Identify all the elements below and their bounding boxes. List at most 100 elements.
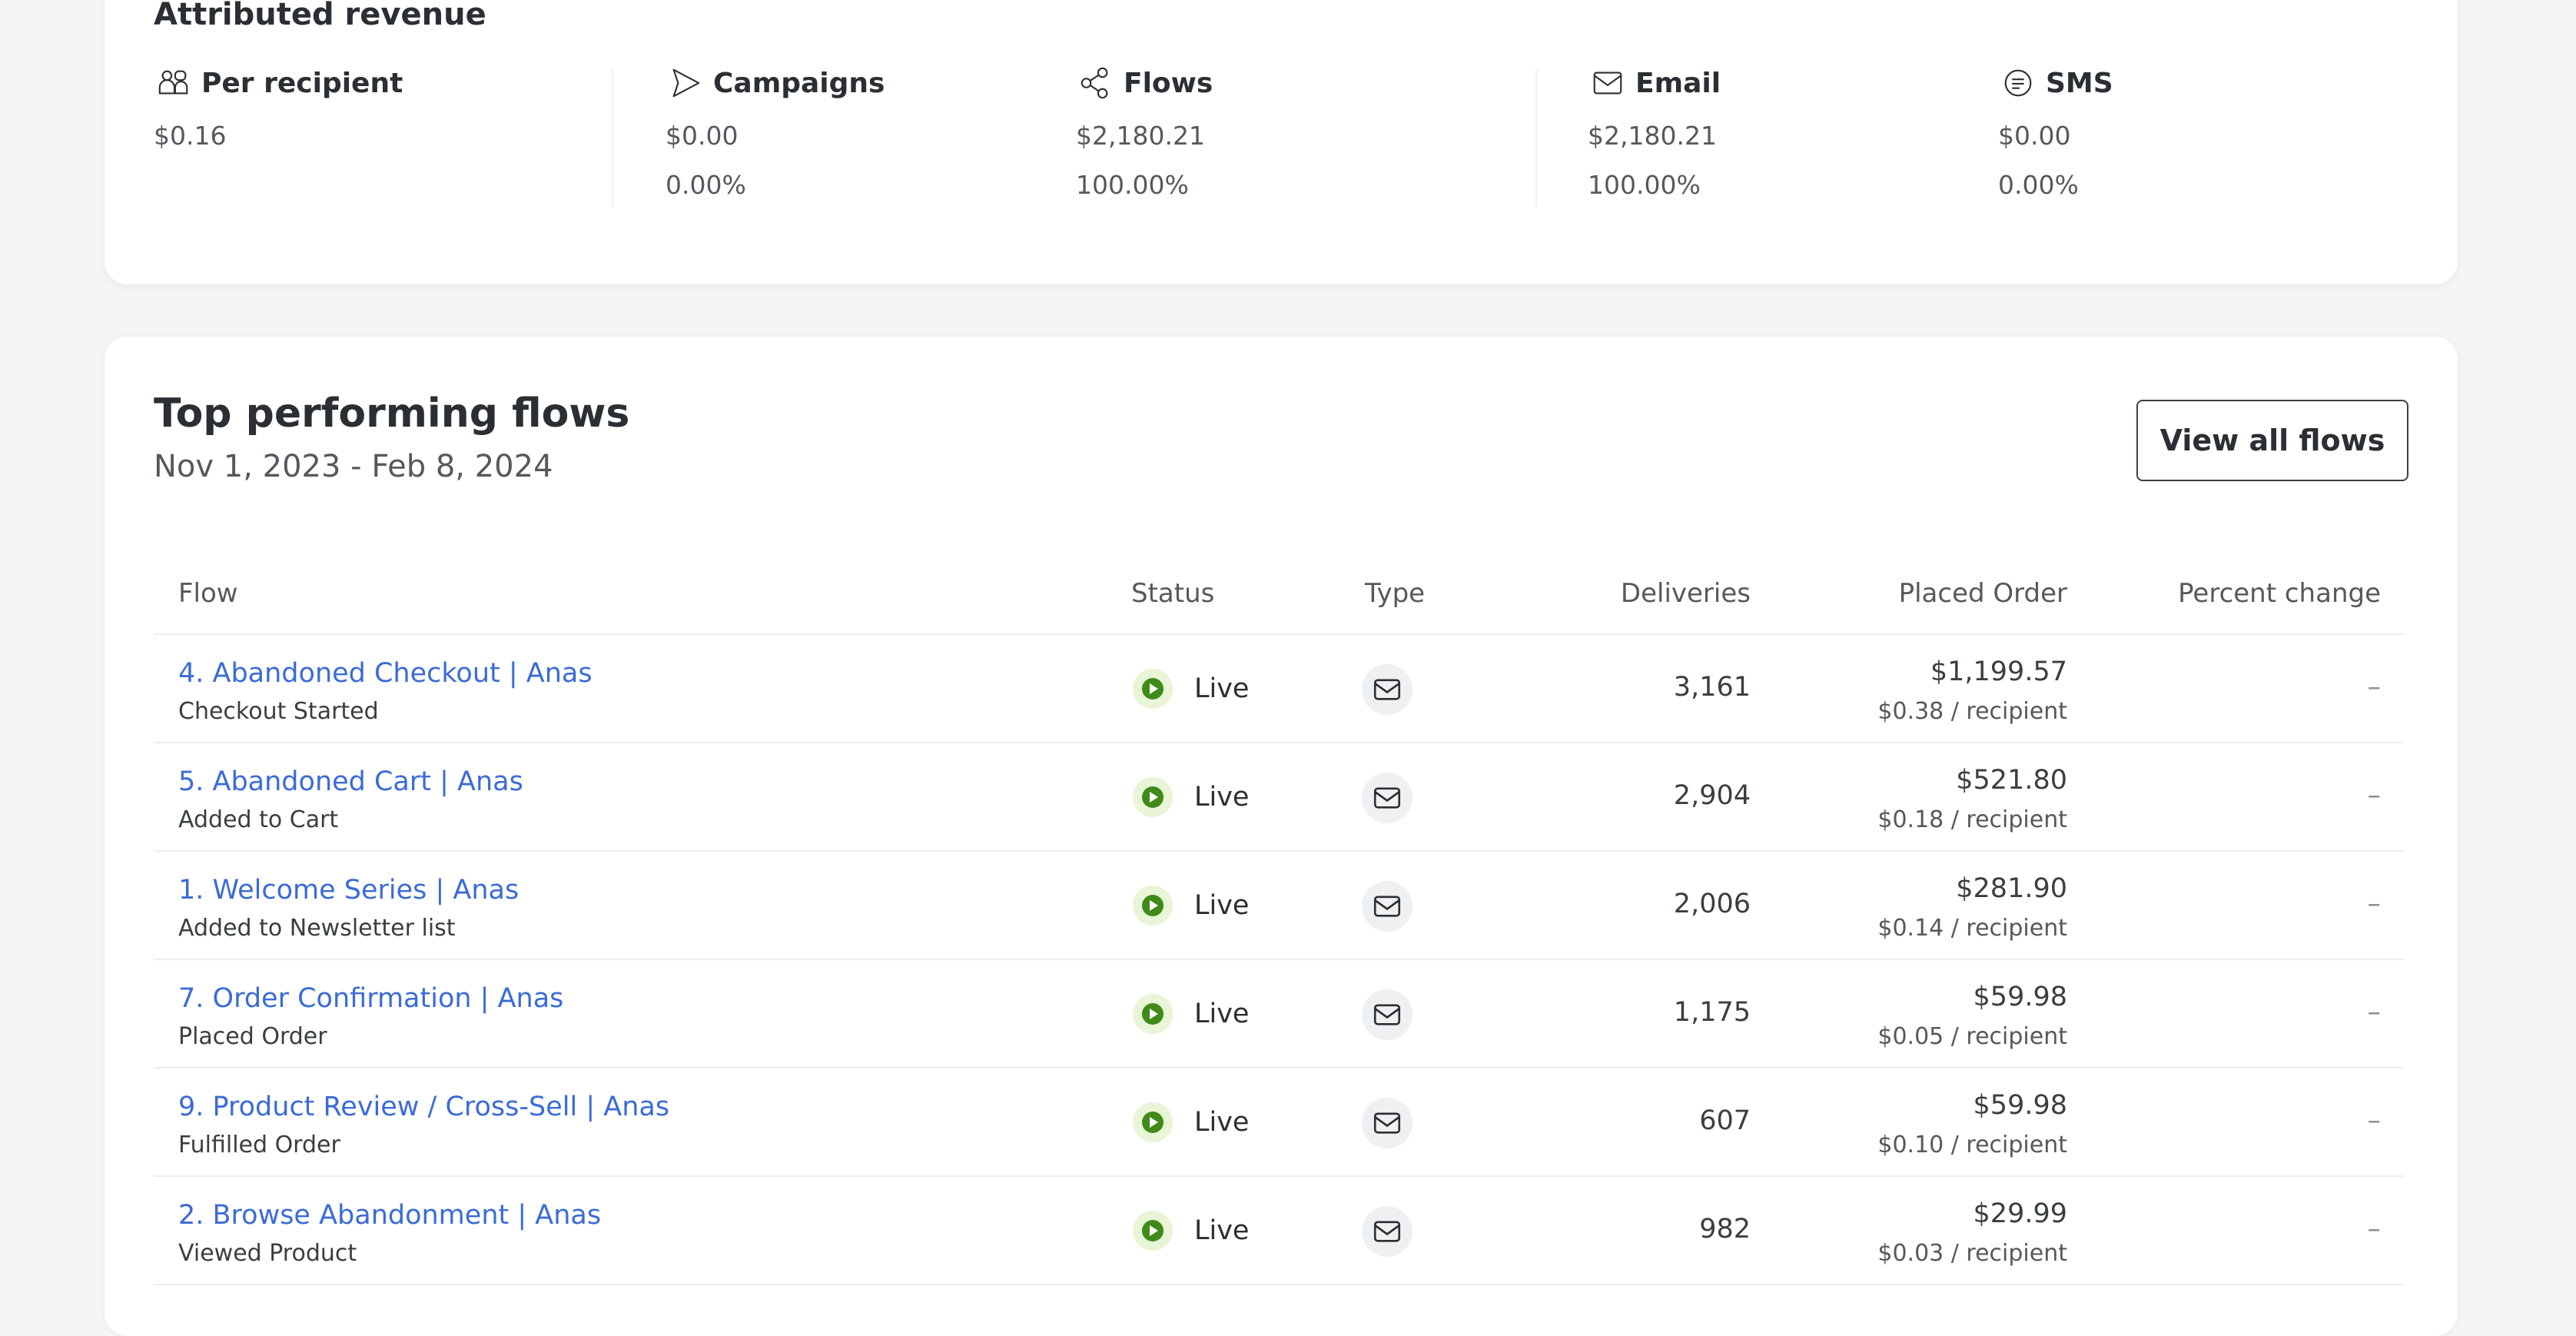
chat-icon	[1998, 63, 2038, 103]
email-type-icon	[1362, 989, 1412, 1040]
placed-order-value: $59.98	[1973, 982, 2067, 1012]
table-header: Flow Status Type Deliveries Placed Order…	[154, 543, 2404, 635]
status-badge: Live	[1133, 669, 1249, 709]
status-text: Live	[1194, 890, 1250, 921]
per-recipient-value: $0.38 / recipient	[1877, 698, 2067, 725]
attributed-revenue-card: Attributed revenue Per recipient $0.16 C…	[105, 0, 2458, 284]
people-icon	[154, 63, 194, 103]
flow-trigger: Added to Cart	[178, 806, 339, 833]
metric-percent: 0.00%	[666, 170, 746, 200]
status-badge: Live	[1133, 886, 1249, 926]
metric-email: Email $2,180.21 100.00%	[1588, 60, 2018, 204]
col-deliveries[interactable]: Deliveries	[1621, 578, 1751, 609]
flow-name-link[interactable]: 5. Abandoned Cart | Anas	[178, 766, 523, 797]
status-badge: Live	[1133, 777, 1249, 817]
flows-table: Flow Status Type Deliveries Placed Order…	[154, 543, 2404, 1285]
email-type-icon	[1362, 1098, 1412, 1148]
metric-flows: Flows $2,180.21 100.00%	[1076, 60, 1506, 204]
deliveries-value: 2,006	[1673, 889, 1751, 919]
live-icon	[1133, 886, 1173, 926]
metric-label: Flows	[1124, 67, 1213, 99]
deliveries-value: 982	[1699, 1214, 1751, 1245]
email-type-icon	[1362, 664, 1412, 715]
live-icon	[1133, 669, 1173, 709]
flow-trigger: Added to Newsletter list	[178, 915, 456, 942]
status-text: Live	[1194, 999, 1250, 1029]
flow-name-link[interactable]: 9. Product Review / Cross-Sell | Anas	[178, 1092, 669, 1122]
table-row: 5. Abandoned Cart | Anas Added to Cart L…	[154, 743, 2404, 852]
metric-percent: 100.00%	[1588, 170, 1701, 200]
per-recipient-value: $0.14 / recipient	[1877, 915, 2067, 942]
divider	[612, 69, 613, 208]
per-recipient-value: $0.18 / recipient	[1877, 806, 2067, 833]
col-placed-order[interactable]: Placed Order	[1899, 578, 2067, 609]
per-recipient-value: $0.10 / recipient	[1877, 1132, 2067, 1158]
flow-name-link[interactable]: 1. Welcome Series | Anas	[178, 875, 519, 906]
live-icon	[1133, 1102, 1173, 1142]
flow-trigger: Placed Order	[178, 1023, 327, 1050]
percent-change-value: –	[2367, 780, 2382, 811]
percent-change-value: –	[2367, 1214, 2382, 1245]
per-recipient-value: $0.03 / recipient	[1877, 1240, 2067, 1267]
table-row: 9. Product Review / Cross-Sell | Anas Fu…	[154, 1068, 2404, 1177]
live-icon	[1133, 994, 1173, 1034]
percent-change-value: –	[2367, 997, 2382, 1028]
view-all-flows-button[interactable]: View all flows	[2136, 400, 2408, 481]
status-text: Live	[1194, 1107, 1250, 1138]
flow-trigger: Fulfilled Order	[178, 1132, 340, 1158]
status-badge: Live	[1133, 1102, 1249, 1142]
placed-order-value: $59.98	[1973, 1090, 2067, 1121]
deliveries-value: 3,161	[1673, 672, 1751, 703]
flow-name-link[interactable]: 4. Abandoned Checkout | Anas	[178, 658, 593, 689]
metric-value: $2,180.21	[1076, 121, 1205, 151]
divider	[1535, 69, 1537, 208]
percent-change-value: –	[2367, 889, 2382, 919]
metric-label: Email	[1635, 67, 1721, 99]
flows-title: Top performing flows	[154, 390, 630, 437]
col-percent-change[interactable]: Percent change	[2178, 578, 2381, 609]
metric-percent: 100.00%	[1076, 170, 1189, 200]
live-icon	[1133, 777, 1173, 817]
revenue-title: Attributed revenue	[154, 0, 486, 32]
placed-order-value: $1,199.57	[1930, 656, 2067, 687]
status-text: Live	[1194, 673, 1250, 704]
metric-campaigns: Campaigns $0.00 0.00%	[666, 60, 1096, 204]
metric-value: $2,180.21	[1588, 121, 1717, 151]
table-row: 2. Browse Abandonment | Anas Viewed Prod…	[154, 1177, 2404, 1285]
metric-label: Per recipient	[201, 67, 403, 99]
percent-change-value: –	[2367, 672, 2382, 703]
deliveries-value: 2,904	[1673, 780, 1751, 811]
placed-order-value: $521.80	[1956, 765, 2067, 796]
email-type-icon	[1362, 773, 1412, 823]
table-row: 1. Welcome Series | Anas Added to Newsle…	[154, 852, 2404, 960]
flow-icon	[1076, 63, 1116, 103]
metric-value: $0.00	[666, 121, 739, 151]
placed-order-value: $29.99	[1973, 1198, 2067, 1229]
metric-per-recipient: Per recipient $0.16	[154, 60, 584, 155]
email-type-icon	[1362, 1206, 1412, 1257]
flow-name-link[interactable]: 2. Browse Abandonment | Anas	[178, 1200, 601, 1231]
col-flow[interactable]: Flow	[178, 578, 238, 609]
metric-value: $0.00	[1998, 121, 2071, 151]
send-icon	[666, 63, 705, 103]
percent-change-value: –	[2367, 1105, 2382, 1136]
metric-sms: SMS $0.00 0.00%	[1998, 60, 2428, 204]
metric-value: $0.16	[154, 121, 227, 151]
status-text: Live	[1194, 1215, 1250, 1246]
status-text: Live	[1194, 782, 1250, 813]
flow-name-link[interactable]: 7. Order Confirmation | Anas	[178, 983, 563, 1014]
mail-icon	[1588, 63, 1628, 103]
status-badge: Live	[1133, 994, 1249, 1034]
metric-label: Campaigns	[713, 67, 885, 99]
col-status[interactable]: Status	[1131, 578, 1214, 609]
table-row: 7. Order Confirmation | Anas Placed Orde…	[154, 960, 2404, 1068]
per-recipient-value: $0.05 / recipient	[1877, 1023, 2067, 1050]
deliveries-value: 1,175	[1673, 997, 1751, 1028]
flow-trigger: Viewed Product	[178, 1240, 357, 1267]
flows-date-range: Nov 1, 2023 - Feb 8, 2024	[154, 449, 553, 484]
metric-percent: 0.00%	[1998, 170, 2079, 200]
deliveries-value: 607	[1699, 1105, 1751, 1136]
live-icon	[1133, 1211, 1173, 1251]
col-type[interactable]: Type	[1365, 578, 1425, 609]
table-row: 4. Abandoned Checkout | Anas Checkout St…	[154, 635, 2404, 743]
